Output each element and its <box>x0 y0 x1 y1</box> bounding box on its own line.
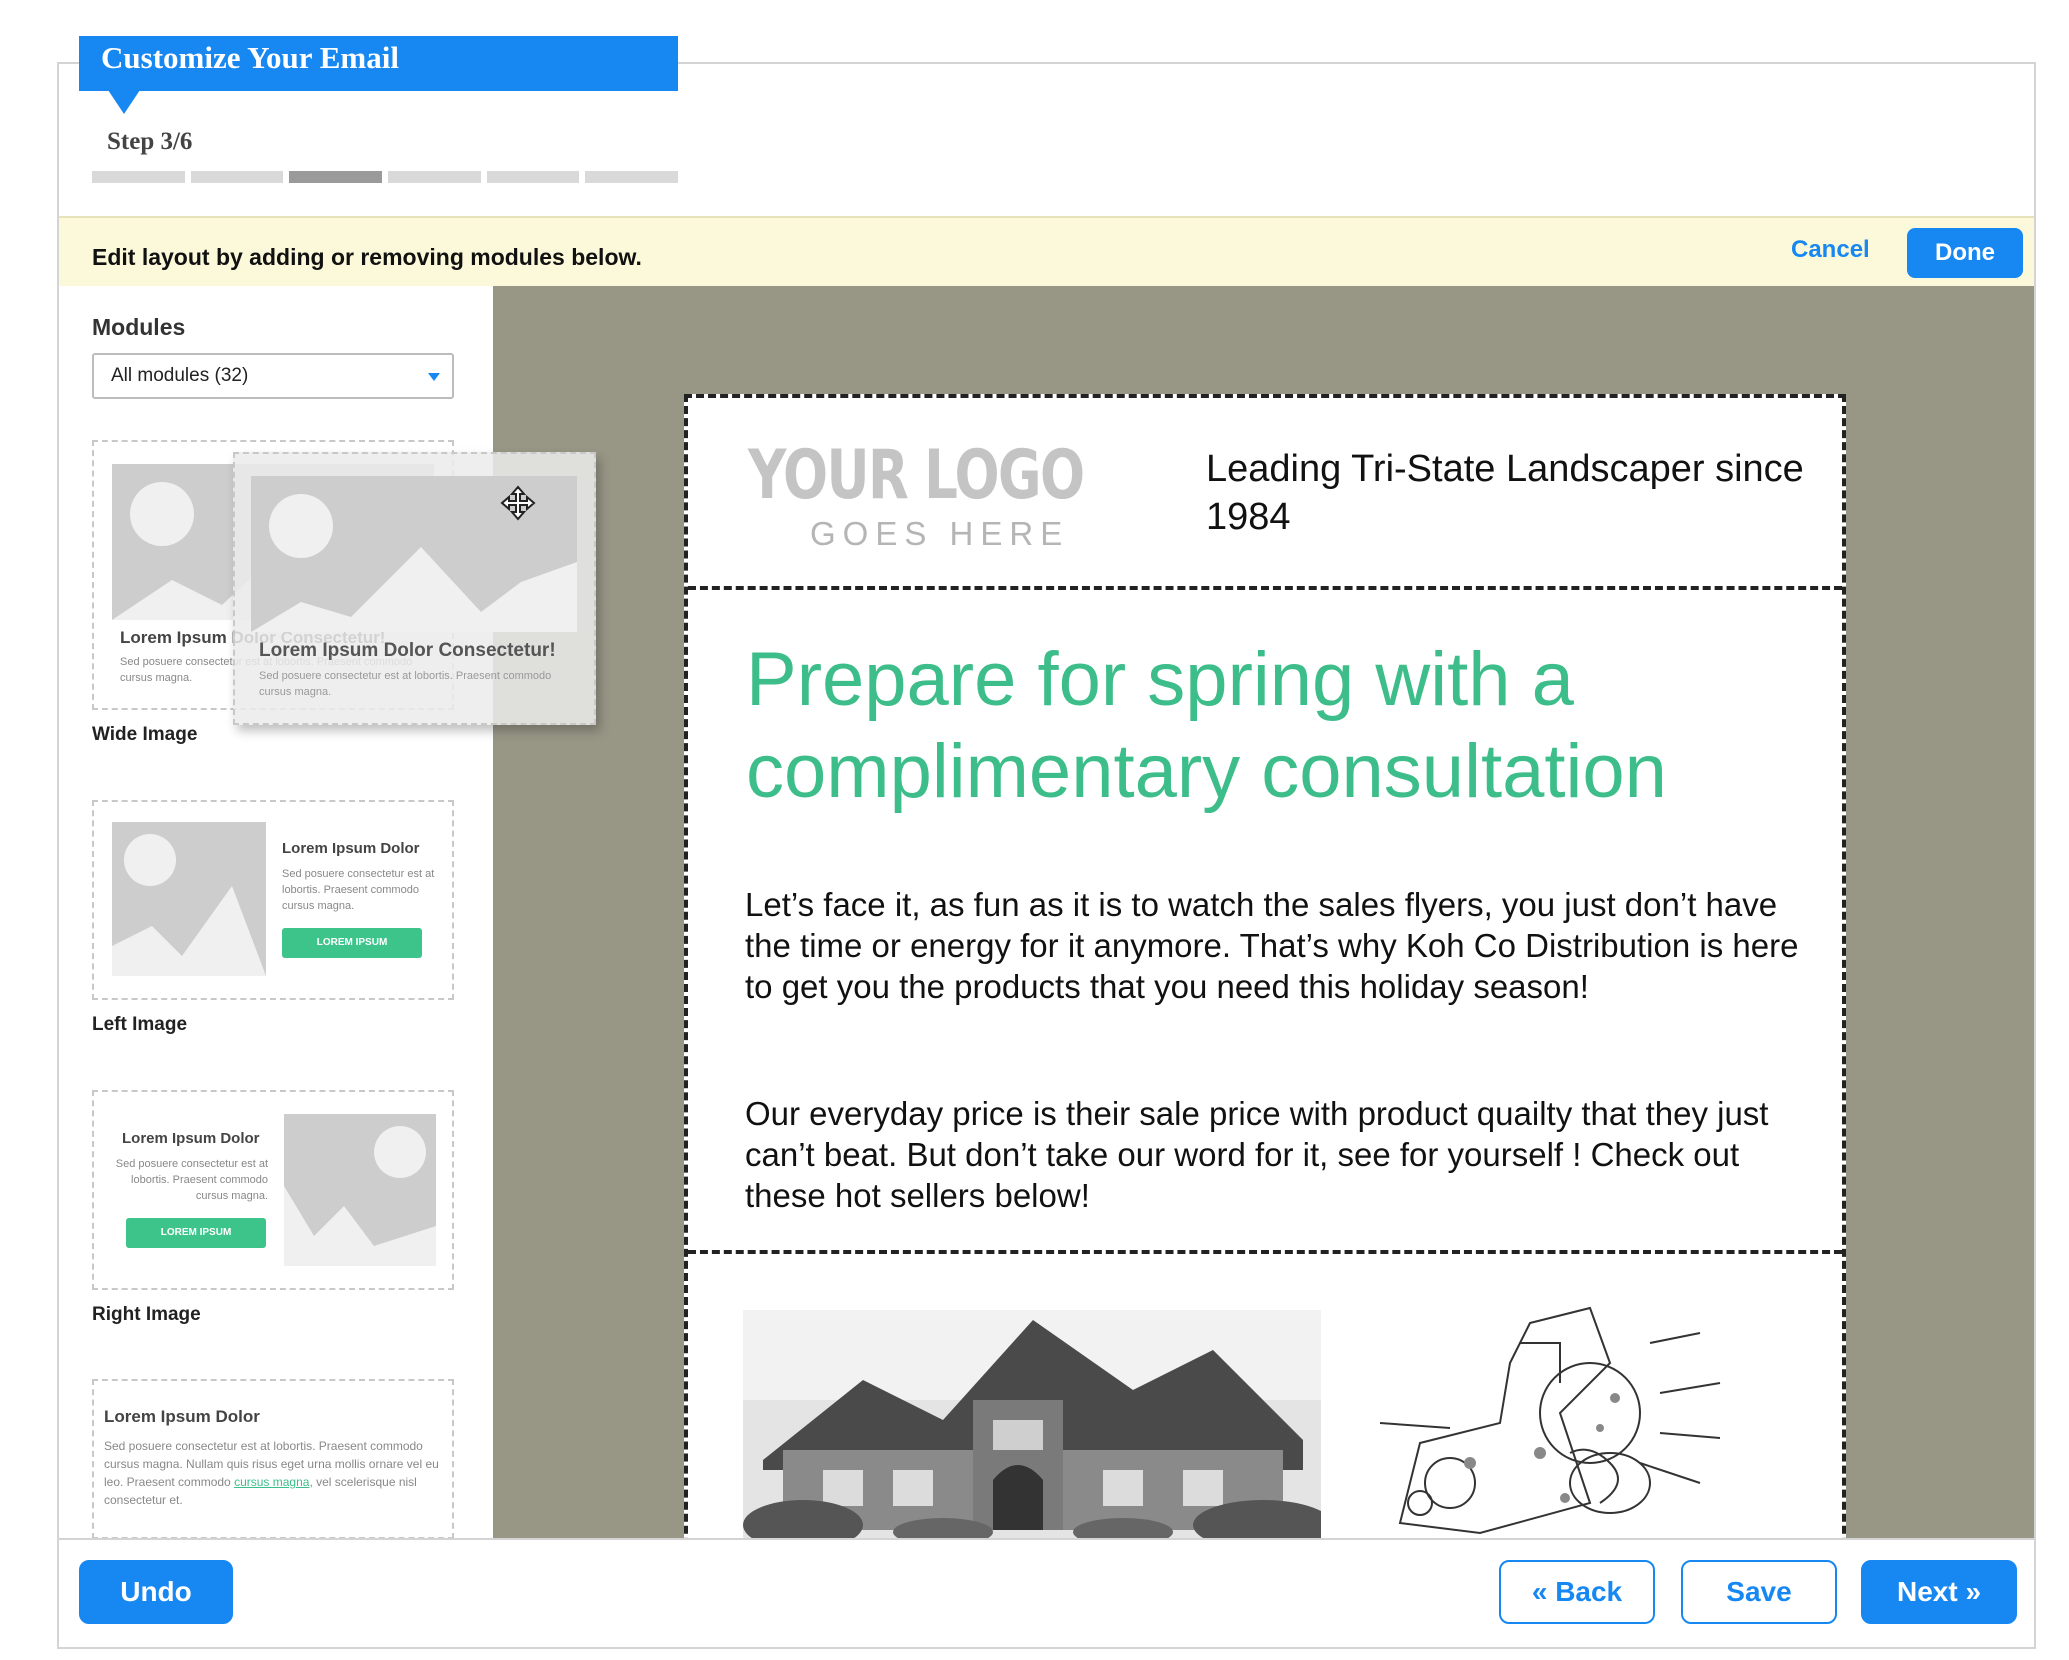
module-caption-right-image: Right Image <box>92 1304 201 1325</box>
module-text: Sed posuere consectetur est at lobortis.… <box>115 1158 268 1202</box>
chevron-down-icon <box>428 373 440 381</box>
save-button[interactable]: Save <box>1681 1560 1837 1624</box>
module-divider <box>688 586 1842 590</box>
module-heading: Lorem Ipsum Dolor <box>104 1407 260 1426</box>
email-headline: Prepare for spring with a complimentary … <box>746 637 1667 814</box>
modules-filter-value: All modules (32) <box>111 365 249 386</box>
email-preview: YOUR LOGO GOES HERE Leading Tri-State La… <box>684 394 1846 1538</box>
email-canvas: YOUR LOGO GOES HERE Leading Tri-State La… <box>493 286 2034 1538</box>
module-card-left-image[interactable]: Lorem Ipsum Dolor Sed posuere consectetu… <box>92 800 454 1000</box>
module-caption-wide-image: Wide Image <box>92 724 198 745</box>
module-heading: Lorem Ipsum Dolor <box>122 1130 260 1147</box>
modules-filter-select[interactable]: All modules (32) <box>92 353 454 399</box>
image-placeholder-icon <box>112 822 266 976</box>
progress-segment <box>486 171 580 183</box>
step-progress-bar <box>92 171 679 183</box>
module-text: Sed posuere consectetur est at lobortis.… <box>104 1439 439 1507</box>
module-heading: Lorem Ipsum Dolor Consectetur! <box>259 640 556 661</box>
move-cursor-icon <box>500 485 536 521</box>
undo-button[interactable]: Undo <box>79 1560 233 1624</box>
logo-placeholder: YOUR LOGO <box>748 436 1085 515</box>
module-text: Sed posuere consectetur est at lobortis.… <box>282 868 435 912</box>
module-text: Sed posuere consectetur est at lobortis.… <box>259 670 552 698</box>
progress-segment <box>92 171 185 183</box>
progress-segment <box>190 171 284 183</box>
email-paragraph: Our everyday price is their sale price w… <box>745 1095 1769 1214</box>
module-card-text[interactable]: Lorem Ipsum Dolor Sed posuere consectetu… <box>92 1379 454 1538</box>
dragging-module-preview[interactable]: Lorem Ipsum Dolor Consectetur! Sed posue… <box>233 452 596 725</box>
email-paragraph: Let’s face it, as fun as it is to watch … <box>745 886 1799 1005</box>
module-divider <box>688 1250 1842 1254</box>
module-link: cursus magna <box>234 1475 310 1489</box>
edit-layout-bar: Edit layout by adding or removing module… <box>59 216 2034 286</box>
page-title: Customize Your Email <box>79 36 678 91</box>
title-pointer <box>108 90 140 114</box>
email-tagline: Leading Tri-State Landscaper since 1984 <box>1206 448 1804 538</box>
module-cta-button: LOREM IPSUM <box>126 1218 266 1248</box>
next-button[interactable]: Next » <box>1861 1560 2017 1624</box>
step-indicator: Step 3/6 <box>107 128 193 155</box>
progress-segment <box>388 171 481 183</box>
cancel-button[interactable]: Cancel <box>1791 236 1870 264</box>
logo-subtext: GOES HERE <box>810 515 1070 552</box>
module-heading: Lorem Ipsum Dolor <box>282 840 420 857</box>
progress-segment <box>585 171 679 183</box>
modules-heading: Modules <box>92 314 186 340</box>
image-placeholder-icon <box>284 1114 436 1266</box>
done-button[interactable]: Done <box>1907 228 2023 278</box>
module-caption-left-image: Left Image <box>92 1014 188 1035</box>
landscape-plan-drawing <box>1360 1303 1800 1538</box>
progress-segment-current <box>289 171 383 183</box>
edit-instructions: Edit layout by adding or removing module… <box>92 244 642 270</box>
module-cta-button: LOREM IPSUM <box>282 928 422 958</box>
house-photo <box>743 1310 1321 1538</box>
back-button[interactable]: « Back <box>1499 1560 1655 1624</box>
wizard-footer: Undo « Back Save Next » <box>59 1538 2034 1647</box>
module-card-right-image[interactable]: Lorem Ipsum Dolor Sed posuere consectetu… <box>92 1090 454 1290</box>
